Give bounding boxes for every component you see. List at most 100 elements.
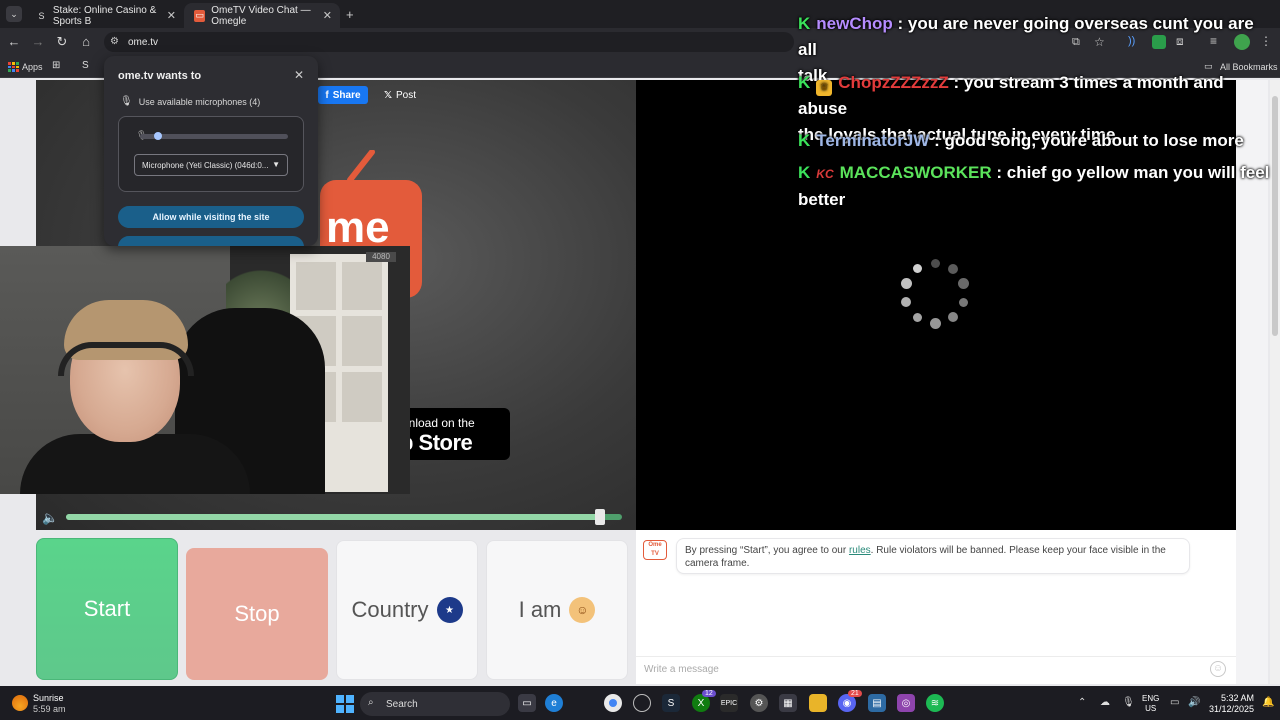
chat-username: ChopzZZZzzZ [838,73,949,92]
stream-chat-overlay: KnewChop : you are never going overseas … [796,0,1272,220]
microphone-select[interactable]: Microphone (Yeti Classic) (046d:0... ▼ [134,154,288,176]
stake-bookmark-icon[interactable]: S [82,60,89,71]
apps-bookmark[interactable]: Apps [22,62,43,72]
forward-icon[interactable]: → [30,34,46,50]
site-settings-icon[interactable]: ⚙ [110,36,119,47]
rules-message: By pressing “Start”, you agree to our ru… [676,538,1190,574]
spinner-dot [947,312,958,323]
kick-icon: K [798,163,811,182]
spinner-dot [959,297,969,307]
edge-icon[interactable]: e [545,694,563,712]
tab-ometv[interactable]: ▭ OmeTV Video Chat — Omegle ✕ [184,3,340,28]
notifications-bell-icon[interactable]: 🔔 [1262,697,1274,708]
stop-button[interactable]: Stop [186,548,328,680]
cloud-icon[interactable]: ☁ [1100,697,1110,708]
boy-emoji-icon: ☺ [569,597,596,623]
spotify-icon[interactable]: ≋ [926,694,944,712]
discord-badge: 21 [848,690,862,697]
tab-search-dropdown[interactable]: ⌄ [6,6,22,22]
spinner-dot [912,312,922,322]
ometv-small-logo: Ome TV [643,540,667,560]
spinner-dot [929,317,941,329]
x-post-button[interactable]: 𝕏 Post [376,86,424,104]
chat-message: K KC MACCASWORKER : chief go yellow man yo… [798,163,1270,209]
weather-widget[interactable]: Sunrise 5:59 am [33,693,66,715]
kick-icon: K [798,14,811,33]
windows-start-icon[interactable] [336,695,354,713]
app-window-icon[interactable]: ▤ [868,694,886,712]
close-tab-icon[interactable]: ✕ [323,9,332,22]
spinner-dot [958,278,970,290]
volume-slider-fill [66,514,600,520]
chat-username: MACCASWORKER [839,163,992,182]
facebook-icon: f [325,89,329,101]
nz-flag-icon: ★ [436,597,463,623]
person-body [20,434,250,494]
gender-button[interactable]: I am ☺ [486,540,628,680]
camera-app-icon[interactable]: ◎ [897,694,915,712]
gpu-label: 4080 [366,252,396,262]
headset [58,342,194,376]
crown-badge-icon: ♛ [816,80,833,96]
kc-badge-icon: KC [816,167,834,181]
mic-level-meter [140,134,288,139]
mic-permission-row: 🎙 Use available microphones (4) [120,96,261,107]
back-icon[interactable]: ← [6,34,22,50]
start-button[interactable]: Start [36,538,178,680]
chevron-up-icon[interactable]: ⌃ [1078,697,1086,708]
spinner-dot [930,258,940,268]
emoji-icon[interactable]: ☺ [1210,661,1226,677]
close-icon[interactable]: ✕ [294,68,304,82]
spinner-dot [947,263,958,274]
streamer-webcam [0,246,410,494]
url-input[interactable]: ⚙ ome.tv [104,32,794,52]
spinner-dot [912,264,922,274]
obs-icon[interactable] [633,694,651,712]
x-logo-icon: 𝕏 [383,89,393,101]
language-indicator[interactable]: ENG US [1142,694,1159,714]
chat-username: newChop [816,14,893,33]
chrome-icon[interactable] [604,694,622,712]
stake-icon: S [38,10,45,21]
new-tab-icon[interactable]: + [346,7,354,22]
file-explorer-icon[interactable] [809,694,827,712]
store-icon[interactable]: ▦ [779,694,797,712]
close-tab-icon[interactable]: ✕ [167,9,176,22]
rules-link[interactable]: rules [849,545,871,556]
mic-level-indicator [154,132,162,140]
permission-title: ome.tv wants to [118,70,202,82]
country-button[interactable]: Country ★ [336,540,478,680]
volume-slider-handle[interactable] [595,509,605,525]
taskbar-search[interactable]: ⌕ Search [360,692,510,716]
settings-gear-icon[interactable]: ⚙ [750,694,768,712]
volume-icon[interactable]: 🔈 [42,510,62,525]
epic-games-icon[interactable]: EPIC [720,694,738,712]
home-icon[interactable]: ⌂ [78,34,94,50]
weather-sunrise-icon[interactable] [12,695,28,711]
loading-spinner-icon [896,254,974,332]
allow-while-visiting-button[interactable]: Allow while visiting the site [118,206,304,228]
tab-stake[interactable]: S Stake: Online Casino & Sports B ✕ [26,3,184,28]
mic-permission-dialog: ome.tv wants to ✕ 🎙 Use available microp… [104,56,318,246]
scrollbar-thumb[interactable] [1272,96,1278,336]
facebook-share-button[interactable]: f Share [318,86,368,104]
spinner-dot [901,297,912,308]
task-view-icon[interactable]: ▭ [518,694,536,712]
allow-this-time-button[interactable] [118,236,304,246]
spinner-dot [900,278,912,290]
microphone-icon: 🎙 [120,96,133,107]
message-input[interactable]: Write a message [636,656,1236,682]
apps-grid-icon[interactable] [8,62,19,72]
svg-text:me: me [326,203,390,252]
clock[interactable]: 5:32 AM 31/12/2025 [1208,693,1254,715]
tray-microphone-icon[interactable]: 🎙 [1122,697,1135,708]
reload-icon[interactable]: ↻ [54,34,70,50]
kick-icon: K [798,131,811,150]
chat-message: K TerminatorJW : good song, youre about t… [798,131,1244,150]
network-icon[interactable]: ▭ [1170,697,1179,708]
tab-groups-icon[interactable]: ⊞ [52,60,60,71]
steam-icon[interactable]: S [662,694,680,712]
chat-username: TerminatorJW [816,131,930,150]
kick-icon: K [798,73,811,92]
speaker-icon[interactable]: 🔊 [1188,697,1200,708]
